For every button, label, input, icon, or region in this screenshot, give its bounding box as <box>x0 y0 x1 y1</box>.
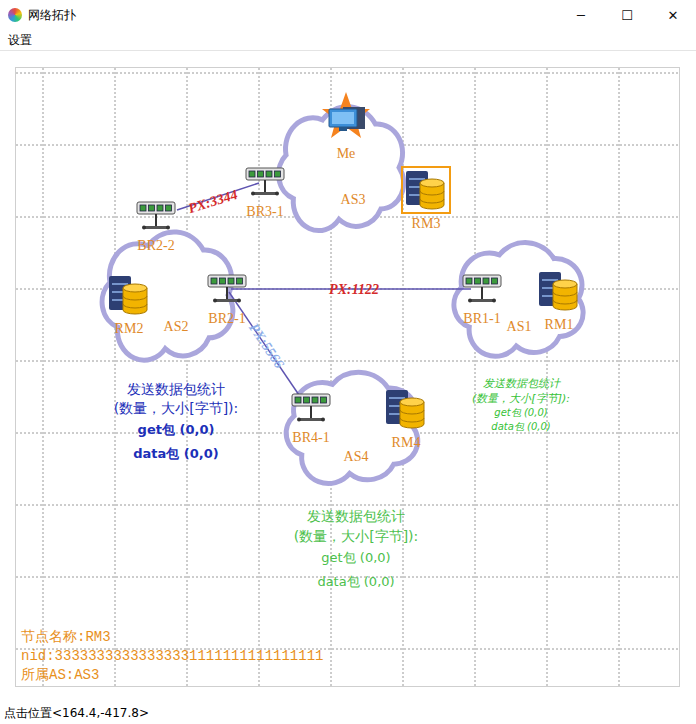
link-label: PX:5566 <box>245 321 287 372</box>
node-label: BR1-1 <box>463 311 500 326</box>
node-label: BR2-1 <box>208 311 245 326</box>
router-icon <box>291 393 331 425</box>
menu-item[interactable]: 设置 <box>6 32 34 49</box>
cloud-icon <box>279 107 404 231</box>
title-bar: 网络拓扑 ─☐✕ <box>0 0 696 30</box>
stats-title: (数量，大小[字节]): <box>294 526 419 546</box>
node-label: RM1 <box>545 317 574 332</box>
node-label: BR4-1 <box>292 430 329 445</box>
link-label: PX:1122 <box>329 282 379 298</box>
as-label: AS1 <box>507 319 532 335</box>
main-area: AS3 AS2 AS1 AS4 PX:3344 PX:1122 PX:5566 Me RM3 BR… <box>0 51 696 702</box>
stats-row: data包 (0,0) <box>294 570 419 594</box>
grid-line <box>16 73 680 74</box>
router-icon <box>462 274 502 306</box>
router-icon <box>207 274 247 306</box>
node-label: RM2 <box>115 321 144 336</box>
info-line: nid:33333333333333331111111111111111 <box>21 647 323 666</box>
as-label: AS2 <box>164 319 189 335</box>
window-controls: ─☐✕ <box>558 0 696 30</box>
stats-title: 发送数据包统计 <box>114 380 239 399</box>
packet-stats: 发送数据包统计(数量，大小[字节]):get包 (0,0)data包 (0,0) <box>294 506 419 594</box>
stats-row: data包 (0,0) <box>472 420 570 434</box>
router-icon <box>136 201 176 233</box>
link-label: PX:3344 <box>186 187 239 217</box>
cloud-icon <box>102 232 233 360</box>
server-database-icon <box>384 388 428 430</box>
network-node[interactable]: BR4-1 <box>288 390 334 445</box>
server-database-icon <box>404 169 448 211</box>
network-node[interactable]: Me <box>318 88 374 161</box>
node-icon-frame <box>401 166 451 214</box>
node-icon-frame <box>318 88 374 144</box>
cloud-icon <box>454 243 583 357</box>
status-text: 点击位置<164.4,-417.8> <box>4 705 149 722</box>
cloud-icon <box>286 372 418 483</box>
info-line: 所属AS:AS3 <box>21 666 323 685</box>
network-node[interactable]: BR3-1 <box>242 164 288 219</box>
node-icon-frame <box>133 198 179 236</box>
grid-line <box>619 68 620 687</box>
network-node[interactable]: RM1 <box>534 267 584 332</box>
network-node[interactable]: BR1-1 <box>459 271 505 326</box>
network-node[interactable]: RM4 <box>381 385 431 450</box>
as-label: AS4 <box>344 449 369 465</box>
grid-line <box>43 68 44 687</box>
info-line: 节点名称:RM3 <box>21 628 323 647</box>
node-icon-frame <box>381 385 431 433</box>
node-info: 节点名称:RM3nid:3333333333333333111111111111… <box>21 628 323 685</box>
window: 网络拓扑 ─☐✕ 设置 AS3 AS2 AS1 AS4 PX:3344 PX:1122 PX:55… <box>0 0 696 724</box>
node-icon-frame <box>104 271 154 319</box>
grid-line <box>16 361 680 362</box>
stats-row: get包 (0,0) <box>294 546 419 570</box>
stats-row: get包 (0,0) <box>114 418 239 442</box>
stats-title: 发送数据包统计 <box>472 376 570 391</box>
node-icon-frame <box>288 390 334 428</box>
host-computer-icon <box>321 91 371 141</box>
node-icon-frame <box>204 271 250 309</box>
server-database-icon <box>537 270 581 312</box>
as-label: AS3 <box>341 192 366 208</box>
grid-line <box>475 68 476 687</box>
node-label: BR3-1 <box>246 204 283 219</box>
node-label: Me <box>337 146 356 161</box>
node-icon-frame <box>534 267 584 315</box>
packet-stats: 发送数据包统计(数量，大小[字节]):get包 (0,0)data包 (0,0) <box>472 376 570 434</box>
window-control-button[interactable]: ─ <box>558 0 604 30</box>
node-icon-frame <box>242 164 288 202</box>
network-node[interactable]: BR2-1 <box>204 271 250 326</box>
server-database-icon <box>107 274 151 316</box>
stats-title: (数量，大小[字节]): <box>472 391 570 406</box>
node-label: RM3 <box>412 216 441 231</box>
node-label: BR2-2 <box>137 238 174 253</box>
network-node[interactable]: BR2-2 <box>133 198 179 253</box>
topology-canvas[interactable]: AS3 AS2 AS1 AS4 PX:3344 PX:1122 PX:5566 Me RM3 BR… <box>15 67 680 687</box>
stats-title: (数量，大小[字节]): <box>114 399 239 418</box>
network-node[interactable]: RM2 <box>104 271 154 336</box>
link-line[interactable] <box>229 292 299 395</box>
network-node[interactable]: RM3 <box>401 166 451 231</box>
app-icon <box>8 8 22 22</box>
router-icon <box>245 167 285 199</box>
window-control-button[interactable]: ☐ <box>604 0 650 30</box>
grid-line <box>16 505 680 506</box>
stats-title: 发送数据包统计 <box>294 506 419 526</box>
packet-stats: 发送数据包统计(数量，大小[字节]):get包 (0,0)data包 (0,0) <box>114 380 239 466</box>
grid-line <box>259 68 260 687</box>
stats-row: data包 (0,0) <box>114 442 239 466</box>
node-label: RM4 <box>392 435 421 450</box>
stats-row: get包 (0,0) <box>472 406 570 420</box>
window-title: 网络拓扑 <box>28 7 76 24</box>
menu-bar: 设置 <box>0 30 696 51</box>
status-bar: 点击位置<164.4,-417.8> <box>0 702 696 724</box>
grid-line <box>187 68 188 687</box>
node-icon-frame <box>459 271 505 309</box>
grid-line <box>115 68 116 687</box>
window-control-button[interactable]: ✕ <box>650 0 696 30</box>
